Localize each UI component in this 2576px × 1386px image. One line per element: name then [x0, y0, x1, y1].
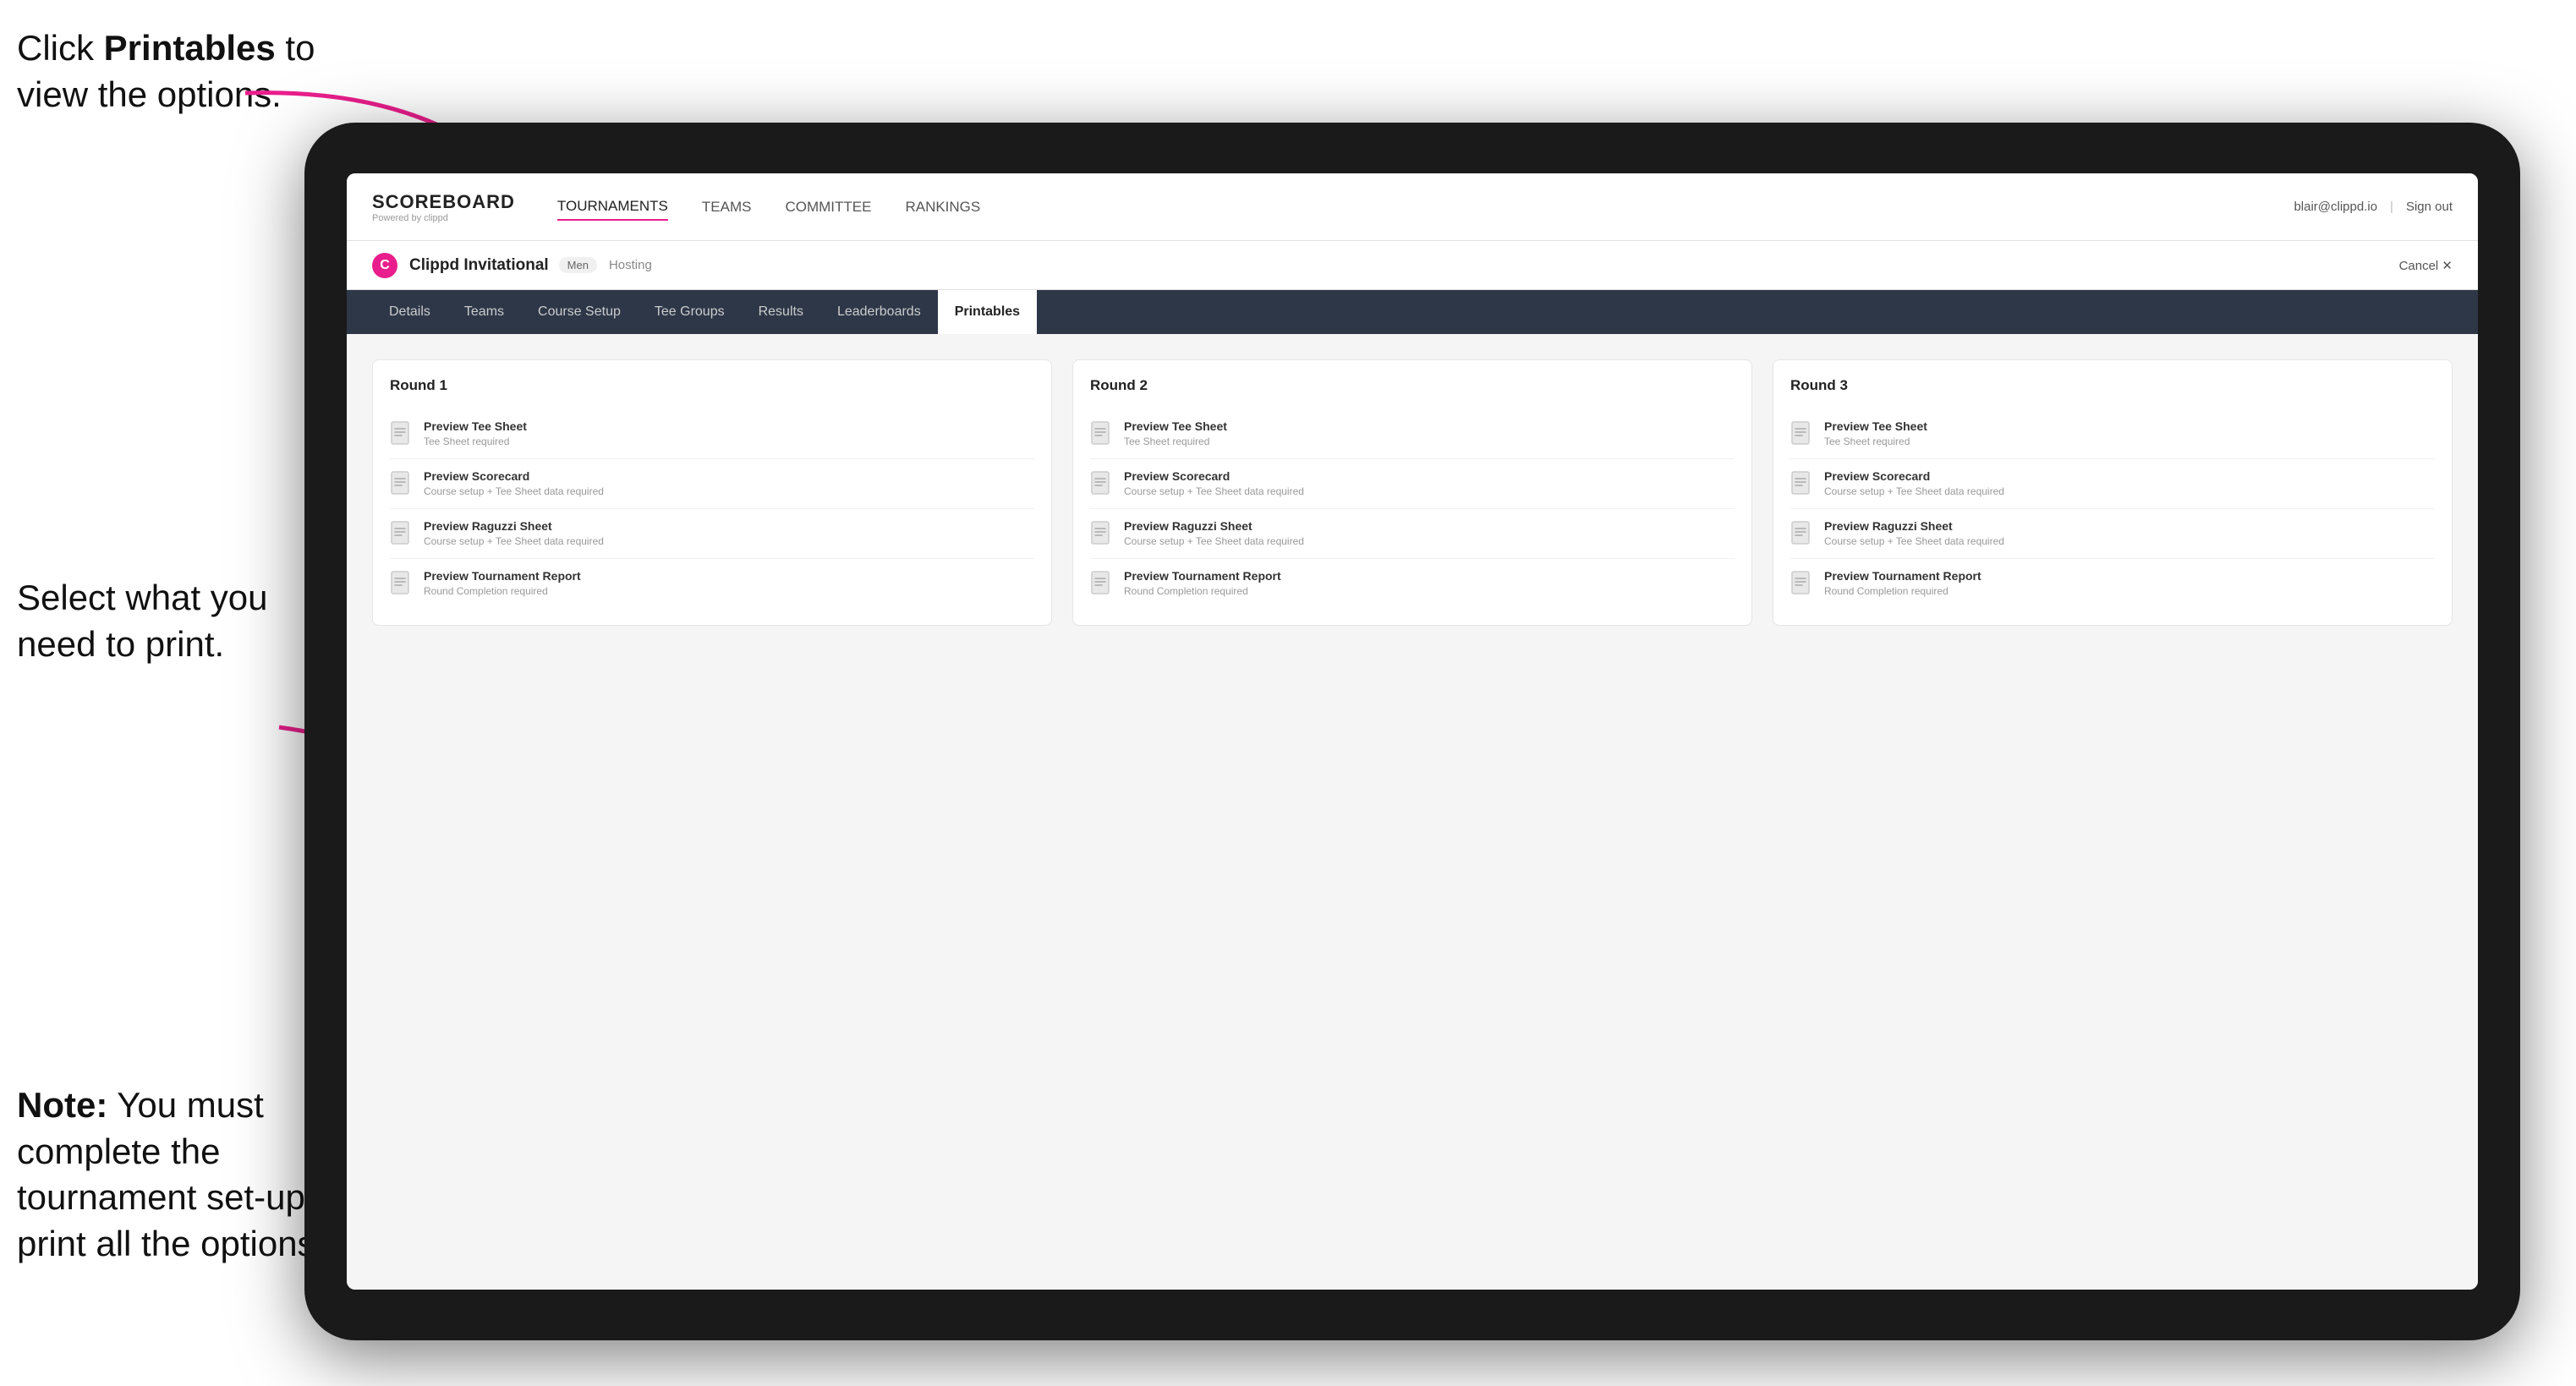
print-item-1-2[interactable]: Preview Scorecard Course setup + Tee Shee…: [390, 459, 1034, 509]
tab-leaderboards[interactable]: Leaderboards: [820, 290, 938, 334]
print-item-title-3-4: Preview Tournament Report: [1824, 569, 1981, 583]
print-item-sub-1-1: Tee Sheet required: [424, 436, 527, 447]
print-item-title-2-2: Preview Scorecard: [1124, 469, 1304, 483]
document-icon: [1090, 571, 1114, 598]
print-item-title-1-4: Preview Tournament Report: [424, 569, 581, 583]
print-item-title-2-3: Preview Raguzzi Sheet: [1124, 519, 1304, 533]
instruction-middle: Select what you need to print.: [17, 575, 321, 667]
print-item-3-2[interactable]: Preview Scorecard Course setup + Tee Shee…: [1790, 459, 2435, 509]
document-icon: [390, 521, 414, 548]
round-col-1: Round 1 Preview Tee Sheet Tee Sheet requi…: [372, 359, 1052, 626]
print-item-sub-2-3: Course setup + Tee Sheet data required: [1124, 535, 1304, 547]
nav-committee[interactable]: COMMITTEE: [785, 194, 871, 220]
print-item-title-2-4: Preview Tournament Report: [1124, 569, 1281, 583]
document-icon: [1090, 471, 1114, 498]
brand-title: SCOREBOARD: [372, 191, 515, 213]
document-icon: [1090, 521, 1114, 548]
brand-logo: SCOREBOARD Powered by clippd: [372, 191, 515, 223]
print-item-sub-3-3: Course setup + Tee Sheet data required: [1824, 535, 2004, 547]
top-nav-right: blair@clippd.io | Sign out: [2294, 200, 2453, 214]
print-item-title-1-2: Preview Scorecard: [424, 469, 604, 483]
round-col-2: Round 2 Preview Tee Sheet Tee Sheet requi…: [1072, 359, 1752, 626]
print-item-title-3-2: Preview Scorecard: [1824, 469, 2004, 483]
print-item-title-3-1: Preview Tee Sheet: [1824, 419, 1927, 433]
tab-tee-groups[interactable]: Tee Groups: [638, 290, 742, 334]
tablet-device: SCOREBOARD Powered by clippd TOURNAMENTS…: [304, 123, 2520, 1340]
print-item-sub-2-1: Tee Sheet required: [1124, 436, 1227, 447]
tab-results[interactable]: Results: [742, 290, 820, 334]
brand-subtitle: Powered by clippd: [372, 213, 515, 223]
print-item-2-2[interactable]: Preview Scorecard Course setup + Tee Shee…: [1090, 459, 1735, 509]
print-item-title-1-1: Preview Tee Sheet: [424, 419, 527, 433]
round-3-title: Round 3: [1790, 377, 2435, 394]
print-item-sub-1-2: Course setup + Tee Sheet data required: [424, 485, 604, 497]
sign-out-link[interactable]: Sign out: [2406, 200, 2453, 214]
tab-teams[interactable]: Teams: [447, 290, 521, 334]
top-navigation: SCOREBOARD Powered by clippd TOURNAMENTS…: [347, 173, 2478, 241]
print-item-3-1[interactable]: Preview Tee Sheet Tee Sheet required: [1790, 409, 2435, 459]
print-item-sub-2-2: Course setup + Tee Sheet data required: [1124, 485, 1304, 497]
document-icon: [1790, 471, 1814, 498]
document-icon: [1790, 571, 1814, 598]
round-1-title: Round 1: [390, 377, 1034, 394]
rounds-container: Round 1 Preview Tee Sheet Tee Sheet requi…: [372, 359, 2453, 626]
tournament-badge: Men: [559, 257, 597, 273]
print-item-3-3[interactable]: Preview Raguzzi Sheet Course setup + Tee …: [1790, 509, 2435, 559]
tournament-icon: C: [372, 253, 397, 278]
print-item-title-1-3: Preview Raguzzi Sheet: [424, 519, 604, 533]
tab-printables[interactable]: Printables: [938, 290, 1037, 334]
tablet-screen: SCOREBOARD Powered by clippd TOURNAMENTS…: [347, 173, 2478, 1290]
print-item-2-1[interactable]: Preview Tee Sheet Tee Sheet required: [1090, 409, 1735, 459]
nav-rankings[interactable]: RANKINGS: [905, 194, 980, 220]
tournament-name: Clippd Invitational: [409, 256, 549, 275]
print-item-3-4[interactable]: Preview Tournament Report Round Completio…: [1790, 559, 2435, 608]
document-icon: [1790, 421, 1814, 448]
round-2-title: Round 2: [1090, 377, 1735, 394]
document-icon: [390, 421, 414, 448]
print-item-1-4[interactable]: Preview Tournament Report Round Completio…: [390, 559, 1034, 608]
nav-tournaments[interactable]: TOURNAMENTS: [557, 194, 668, 221]
tab-details[interactable]: Details: [372, 290, 447, 334]
document-icon: [1790, 521, 1814, 548]
main-content: Round 1 Preview Tee Sheet Tee Sheet requi…: [347, 334, 2478, 1290]
user-email: blair@clippd.io: [2294, 200, 2377, 214]
document-icon: [390, 471, 414, 498]
print-item-1-3[interactable]: Preview Raguzzi Sheet Course setup + Tee …: [390, 509, 1034, 559]
print-item-sub-1-4: Round Completion required: [424, 585, 581, 597]
sub-header: C Clippd Invitational Men Hosting Cancel…: [347, 241, 2478, 290]
cancel-button[interactable]: Cancel ✕: [2399, 258, 2453, 273]
nav-teams[interactable]: TEAMS: [702, 194, 752, 220]
print-item-2-4[interactable]: Preview Tournament Report Round Completio…: [1090, 559, 1735, 608]
document-icon: [390, 571, 414, 598]
print-item-sub-3-2: Course setup + Tee Sheet data required: [1824, 485, 2004, 497]
tab-course-setup[interactable]: Course Setup: [521, 290, 638, 334]
top-nav-links: TOURNAMENTS TEAMS COMMITTEE RANKINGS: [557, 194, 2294, 221]
round-col-3: Round 3 Preview Tee Sheet Tee Sheet requi…: [1773, 359, 2453, 626]
document-icon: [1090, 421, 1114, 448]
print-item-2-3[interactable]: Preview Raguzzi Sheet Course setup + Tee …: [1090, 509, 1735, 559]
print-item-sub-2-4: Round Completion required: [1124, 585, 1281, 597]
print-item-title-2-1: Preview Tee Sheet: [1124, 419, 1227, 433]
tab-bar: Details Teams Course Setup Tee Groups Re…: [347, 290, 2478, 334]
print-item-title-3-3: Preview Raguzzi Sheet: [1824, 519, 2004, 533]
print-item-1-1[interactable]: Preview Tee Sheet Tee Sheet required: [390, 409, 1034, 459]
print-item-sub-1-3: Course setup + Tee Sheet data required: [424, 535, 604, 547]
print-item-sub-3-4: Round Completion required: [1824, 585, 1981, 597]
print-item-sub-3-1: Tee Sheet required: [1824, 436, 1927, 447]
hosting-label: Hosting: [609, 258, 652, 272]
